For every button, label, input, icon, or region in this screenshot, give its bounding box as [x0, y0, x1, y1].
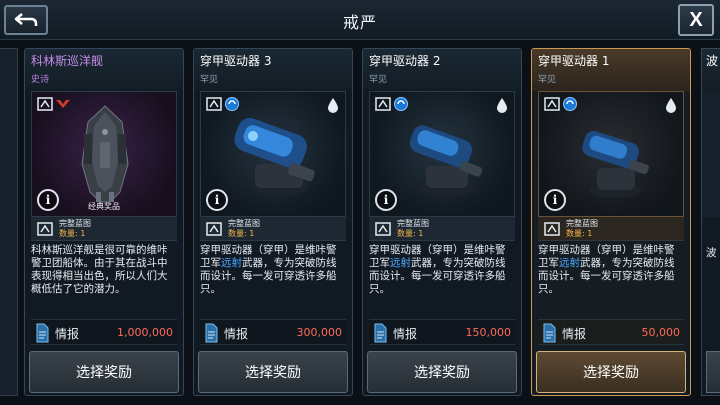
intel-file-icon	[205, 323, 218, 343]
card-title: 穿甲驱动器 2	[369, 54, 441, 68]
blueprint-row: 完整蓝图 数量: 1	[369, 217, 515, 241]
card-header: 穿甲驱动器 1 罕见	[532, 49, 690, 91]
blueprint-row: 完整蓝图 数量: 1	[538, 217, 684, 241]
cost-value: 150,000	[465, 326, 512, 339]
blueprint-icon	[375, 222, 391, 236]
blueprint-row: 完整蓝图 数量: 1	[31, 217, 177, 241]
weapon-artwork: i	[369, 91, 515, 217]
reward-card[interactable]: 穿甲驱动器 2 罕见 i 完整蓝图 数量: 1 穿甲驱动器（穿甲）是维咔警卫军远…	[362, 48, 522, 396]
cost-row: 情报 150,000	[369, 319, 515, 345]
blueprint-label: 完整蓝图	[228, 219, 260, 228]
card-header: 科林斯巡洋舰 史诗	[25, 49, 183, 91]
blueprint-icon	[544, 222, 560, 236]
card-rarity: 罕见	[200, 75, 219, 85]
card-header: 穿甲驱动器 2 罕见	[363, 49, 521, 91]
card-title: 科林斯巡洋舰	[31, 54, 104, 68]
partial-card-right[interactable]: 波 波	[701, 48, 720, 396]
water-drop-icon	[497, 98, 507, 113]
cost-value: 300,000	[296, 326, 343, 339]
blueprint-icon	[37, 222, 53, 236]
partial-card-artwork	[702, 91, 720, 217]
reward-card[interactable]: 科林斯巡洋舰 史诗 i 经典奖品 完整蓝图 数量: 1 科林斯巡洋舰是很可靠的维…	[24, 48, 184, 396]
intel-file-icon	[374, 323, 387, 343]
info-icon[interactable]: i	[206, 189, 228, 211]
info-icon[interactable]: i	[544, 189, 566, 211]
cost-label: 情报	[393, 327, 418, 341]
blueprint-label: 完整蓝图	[566, 219, 598, 228]
close-button[interactable]: X	[678, 4, 714, 36]
cost-row: 情报 1,000,000	[31, 319, 177, 345]
reward-tag: 经典奖品	[88, 202, 120, 211]
cost-value: 50,000	[641, 326, 681, 339]
blueprint-quantity: 数量: 1	[566, 229, 593, 238]
blueprint-icon	[206, 222, 222, 236]
blueprint-label: 完整蓝图	[397, 219, 429, 228]
cost-row: 情报 50,000	[538, 319, 684, 345]
cost-label: 情报	[224, 327, 249, 341]
blueprint-row: 完整蓝图 数量: 1	[200, 217, 346, 241]
select-reward-button[interactable]: 选择奖励	[367, 351, 517, 393]
top-bar: 戒严 X	[0, 0, 720, 40]
blueprint-quantity: 数量: 1	[59, 229, 86, 238]
blueprint-quantity: 数量: 1	[397, 229, 424, 238]
card-rarity: 罕见	[538, 75, 557, 85]
partial-select-button[interactable]	[706, 351, 720, 393]
card-description: 穿甲驱动器（穿甲）是维咔警卫军远射武器，专为突破防线而设计。每一发可穿透许多船只…	[363, 241, 521, 319]
cost-row: 情报 300,000	[200, 319, 346, 345]
weapon-artwork: i	[538, 91, 684, 217]
blueprint-label: 完整蓝图	[59, 219, 91, 228]
weapon-artwork: i	[200, 91, 346, 217]
blueprint-icon	[206, 97, 222, 111]
close-x-icon: X	[689, 8, 703, 31]
blueprint-icon	[544, 97, 560, 111]
card-description: 科林斯巡洋舰是很可靠的维咔警卫团船体。由于其在战斗中表现得相当出色，所以人们大概…	[31, 244, 168, 295]
select-reward-button[interactable]: 选择奖励	[29, 351, 179, 393]
card-title: 穿甲驱动器 3	[200, 54, 272, 68]
select-reward-button[interactable]: 选择奖励	[536, 351, 686, 393]
description-highlight[interactable]: 远射	[559, 257, 580, 269]
card-title: 穿甲驱动器 1	[538, 54, 610, 68]
card-rarity: 罕见	[369, 75, 388, 85]
cost-label: 情报	[562, 327, 587, 341]
faction-emblem-icon	[394, 97, 408, 111]
blueprint-icon	[375, 97, 391, 111]
cost-label: 情报	[55, 327, 80, 341]
reward-card-list: 科林斯巡洋舰 史诗 i 经典奖品 完整蓝图 数量: 1 科林斯巡洋舰是很可靠的维…	[0, 48, 720, 405]
description-highlight[interactable]: 远射	[390, 257, 411, 269]
partial-card-left	[0, 48, 18, 396]
blueprint-icon	[37, 97, 53, 111]
card-header: 穿甲驱动器 3 罕见	[194, 49, 352, 91]
water-drop-icon	[328, 98, 338, 113]
card-description: 穿甲驱动器（穿甲）是维咔警卫军远射武器，专为突破防线而设计。每一发可穿透许多船只…	[194, 241, 352, 319]
info-icon[interactable]: i	[375, 189, 397, 211]
card-description: 穿甲驱动器（穿甲）是维咔警卫军远射武器，专为突破防线而设计。每一发可穿透许多船只…	[532, 241, 690, 319]
reward-card[interactable]: 穿甲驱动器 3 罕见 i 完整蓝图 数量: 1 穿甲驱动器（穿甲）是维咔警卫军远…	[193, 48, 353, 396]
partial-card-description: 波	[706, 247, 717, 259]
water-drop-icon	[666, 98, 676, 113]
ship-artwork: i 经典奖品	[31, 91, 177, 217]
description-highlight[interactable]: 远射	[221, 257, 242, 269]
blueprint-quantity: 数量: 1	[228, 229, 255, 238]
faction-emblem-icon	[563, 97, 577, 111]
cost-value: 1,000,000	[117, 326, 173, 339]
select-reward-button[interactable]: 选择奖励	[198, 351, 348, 393]
intel-file-icon	[36, 323, 49, 343]
faction-emblem-icon	[225, 97, 239, 111]
faction-emblem-icon	[56, 100, 70, 108]
reward-card-selected[interactable]: 穿甲驱动器 1 罕见 i 完整蓝图 数量: 1 穿甲驱动器（穿甲）是维咔警卫军远…	[531, 48, 691, 396]
card-rarity: 史诗	[31, 75, 50, 85]
page-title: 戒严	[342, 13, 377, 32]
partial-card-title: 波	[702, 49, 720, 91]
intel-file-icon	[543, 323, 556, 343]
